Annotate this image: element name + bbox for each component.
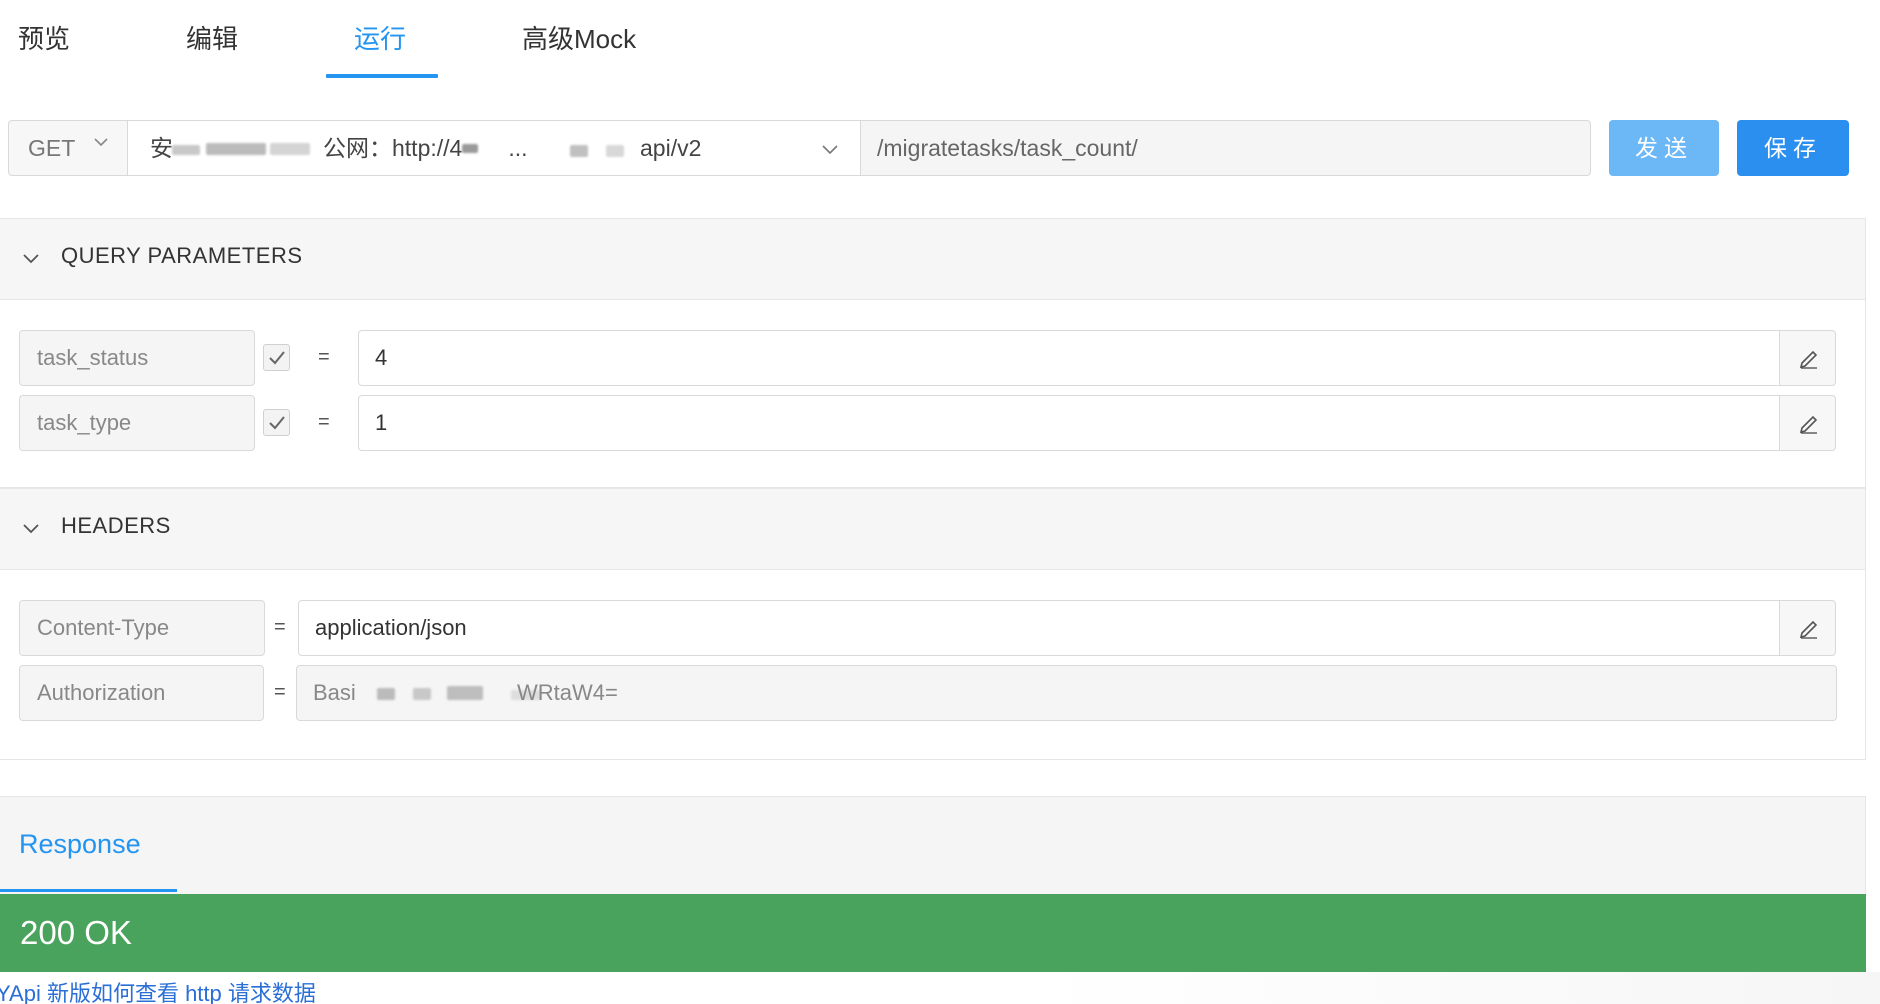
redacted-block [172, 145, 200, 155]
redacted-block [570, 145, 588, 157]
redacted-block [462, 144, 479, 153]
edit-button[interactable] [1779, 600, 1836, 656]
env-prefix: 安 [150, 135, 173, 161]
equals-sign: = [274, 616, 286, 638]
equals-sign: = [318, 346, 330, 368]
method-select[interactable]: GET [8, 120, 128, 176]
pencil-icon [1799, 620, 1818, 639]
path-input[interactable]: /migratetasks/task_count/ [860, 120, 1591, 176]
chevron-down-icon [23, 254, 39, 264]
headers-header[interactable]: HEADERS [0, 488, 1866, 570]
redacted-block [377, 688, 395, 700]
authorization-value: Basi WRtaW4= [296, 665, 1837, 721]
chevron-down-icon [822, 145, 838, 155]
tab-preview[interactable]: 预览 [18, 20, 70, 58]
param-value-input[interactable]: 4 [358, 330, 1780, 386]
tab-edit[interactable]: 编辑 [186, 20, 238, 58]
query-parameters-title: QUERY PARAMETERS [61, 243, 303, 268]
auth-value-start: Basi [313, 680, 356, 705]
param-name: task_status [19, 330, 255, 386]
env-suffix: api/v2 [640, 135, 702, 161]
active-tab-indicator [326, 74, 438, 78]
status-badge: 200 OK [0, 894, 1866, 972]
query-parameters-body: task_status = 4 task_type = 1 [0, 300, 1866, 488]
auth-value-end: WRtaW4= [517, 680, 618, 705]
pencil-icon [1799, 415, 1818, 434]
param-enabled-checkbox[interactable] [263, 409, 290, 436]
edit-button[interactable] [1779, 330, 1836, 386]
response-tab-indicator [0, 889, 177, 892]
redacted-block [206, 143, 266, 155]
help-link[interactable]: YApi 新版如何查看 http 请求数据 [0, 976, 316, 1004]
param-value-input[interactable]: 1 [358, 395, 1780, 451]
checkmark-icon [269, 351, 285, 365]
equals-sign: = [318, 411, 330, 433]
equals-sign: = [274, 681, 286, 703]
tab-run[interactable]: 运行 [354, 20, 406, 58]
header-name: Authorization [19, 665, 264, 721]
redacted-block [270, 143, 310, 155]
query-parameters-header[interactable]: QUERY PARAMETERS [0, 218, 1866, 300]
header-name: Content-Type [19, 600, 265, 656]
chevron-down-icon [94, 138, 108, 147]
headers-body: Content-Type = application/json Authoriz… [0, 570, 1866, 760]
tab-bar: 预览 编辑 运行 高级Mock [0, 0, 1880, 78]
pencil-icon [1799, 350, 1818, 369]
save-button[interactable]: 保存 [1737, 120, 1849, 176]
chevron-down-icon [23, 524, 39, 534]
response-tab[interactable]: Response [19, 829, 141, 860]
method-label: GET [28, 135, 76, 161]
redacted-block [413, 688, 431, 700]
response-panel: Response [0, 796, 1866, 894]
env-url-text: 公网：http://4... [323, 121, 528, 175]
tab-advanced-mock[interactable]: 高级Mock [522, 20, 636, 58]
environment-select[interactable]: 安 公网：http://4... api/v2 [127, 120, 861, 176]
header-value-input[interactable]: application/json [298, 600, 1780, 656]
send-button[interactable]: 发送 [1609, 120, 1719, 176]
env-middle: 公网：http://4 [323, 135, 463, 161]
env-ellipsis: ... [508, 135, 528, 161]
headers-title: HEADERS [61, 513, 171, 538]
edit-button[interactable] [1779, 395, 1836, 451]
checkmark-icon [269, 416, 285, 430]
param-name: task_type [19, 395, 255, 451]
param-enabled-checkbox[interactable] [263, 344, 290, 371]
redacted-block [447, 686, 483, 700]
redacted-block [606, 145, 624, 157]
